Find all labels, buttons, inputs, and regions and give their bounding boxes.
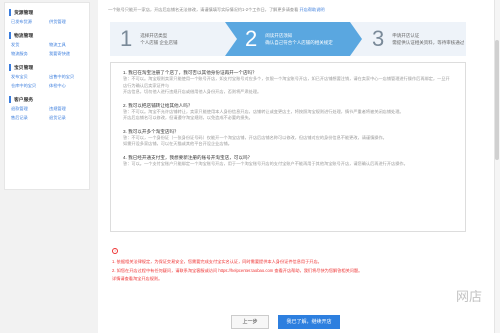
sidebar-link[interactable]: 供货管理 [49,19,87,25]
sidebar-section: 客户服务 退款管理 违规管理 售后记录 退货记录 [5,90,89,122]
sidebar-link[interactable]: 售后记录 [11,115,49,121]
sidebar-section-header: 客户服务 [9,94,89,104]
top-notice: 一个账号只能开一家店，开店后店铺名无法修改，请谨慎填写实际情况约1-2个工作日，… [108,7,325,13]
sidebar-row: 发货 物流工具 [9,40,89,49]
step-3-number: 3 [372,26,385,51]
faq-item: 4. 我已经开通支付宝，我想要新注册的账号开淘宝店，可以吗？ 答：可以。一个支付宝… [123,154,453,168]
section-marker-icon [9,95,11,103]
sidebar-section-title: 货源管理 [14,10,34,16]
sidebar-section-header: 货源管理 [9,7,89,17]
faq-answer: 答：可以。一个支付宝账户只能绑定一个淘宝账号开店，用于一个淘宝账号开店的支付宝账… [123,160,408,166]
sidebar-section-header: 物流管理 [9,30,89,40]
sidebar-section: 货源管理 已发布货源 供货管理 [5,3,89,26]
faq-question: 1. 我已在淘宝注册了个店了，我可否以其他身份证再开一个店吗？ [123,70,257,75]
faq-item: 2. 我可以把店铺转让给其他人吗？ 答：不可以。淘宝不允许店铺转让，卖家只能使用本… [123,102,453,122]
page: 货源管理 已发布货源 供货管理 物流管理 发货 物流工具 物流服务 我要寄快递 宝贝管理 发布宝贝… [0,0,500,333]
sidebar: 货源管理 已发布货源 供货管理 物流管理 发货 物流工具 物流服务 我要寄快递 宝贝管理 发布宝贝… [0,0,96,333]
sidebar-link[interactable]: 仓库中的宝贝 [11,83,49,89]
step-1-number: 1 [120,26,133,51]
sidebar-link[interactable]: 物流工具 [49,42,87,48]
watermark-logo: 网店 [456,290,483,305]
faq-answer: 答：不可以。淘宝规则卖家只能使用一个账号开店，如支付宝账号对应多个，仅限一个淘宝… [123,76,450,88]
help-link[interactable]: 开店帮助说明 [299,7,324,12]
sidebar-link[interactable]: 已发布货源 [11,19,49,25]
sidebar-link[interactable]: 退款管理 [11,106,49,112]
warning-icon: ! [112,248,118,254]
sidebar-link[interactable]: 违规管理 [49,106,87,112]
notice-faq-box[interactable]: 1. 我已在淘宝注册了个店了，我可否以其他身份证再开一个店吗？ 答：不可以。淘宝规… [110,62,466,232]
sidebar-section: 宝贝管理 发布宝贝 出售中的宝贝 仓库中的宝贝 体检中心 [5,58,89,90]
faq-answer: 开店后店铺名可以修改，但请遵守淘宝规则，以免造成不必要的损失。 [123,115,253,120]
top-notice-text: 一个账号只能开一家店，开店后店铺名无法修改，请谨慎填写实际情况约1-2个工作日，… [108,7,299,12]
faq-item: 3. 我可以开多个淘宝店吗？ 答：不可以，一个身份证（一张身份证号码）仅能开一个淘… [123,128,453,148]
previous-step-button[interactable]: 上一步 [231,315,269,329]
sidebar-row: 已发布货源 供货管理 [9,17,89,26]
step-2-number: 2 [245,26,258,51]
step-3: 3 申请开店认证需提供认证相关资料，等待审核通过 [350,22,466,56]
sidebar-link[interactable]: 退货记录 [49,115,87,121]
sidebar-link[interactable]: 物流服务 [11,51,49,57]
main-content: 一个账号只能开一家店，开店后店铺名无法修改，请谨慎填写实际情况约1-2个工作日，… [98,0,500,333]
step-2-desc: 确认自己符合个人店铺的相关规定 [265,40,333,45]
sidebar-card: 货源管理 已发布货源 供货管理 物流管理 发货 物流工具 物流服务 我要寄快递 宝贝管理 发布宝贝… [4,2,90,190]
step-indicator: 1 选择开店类型个人店铺 企业店铺 2 阅读开店须知确认自己符合个人店铺的相关规… [110,22,466,56]
sidebar-section-title: 物流管理 [14,33,34,39]
section-marker-icon [9,31,11,39]
faq-item: 1. 我已在淘宝注册了个店了，我可否以其他身份证再开一个店吗？ 答：不可以。淘宝规… [123,69,453,96]
step-1-arrow [225,22,237,56]
page-scrollbar[interactable] [494,0,500,333]
sidebar-link[interactable]: 体检中心 [49,83,87,89]
step-3-title: 申请开店认证 [392,33,420,38]
continue-open-shop-button[interactable]: 我已了解，继续开店 [278,315,340,329]
warning-line-1: 1. 依据相关法律规定，为保证交易安全，您需要完成支付宝实名认证，同时需要提供本… [112,259,322,264]
sidebar-row: 退款管理 违规管理 [9,104,89,113]
sidebar-row: 发布宝贝 出售中的宝贝 [9,72,89,81]
warning-line-3: 详情请查看淘宝开店规则。 [112,276,163,281]
faq-question: 4. 我已经开通支付宝，我想要新注册的账号开淘宝店，可以吗？ [123,154,253,160]
sidebar-row: 仓库中的宝贝 体检中心 [9,81,89,90]
section-marker-icon [9,8,11,16]
faq-answer: 如需开设多家店铺，可以在天猫或其他平台开设企业店铺。 [123,141,232,146]
step-1-title: 选择开店类型 [140,33,168,38]
sidebar-row: 售后记录 退货记录 [9,113,89,122]
scrollbar-thumb[interactable] [495,40,499,160]
step-1: 1 选择开店类型个人店铺 企业店铺 [110,22,237,56]
sidebar-link[interactable]: 发货 [11,42,49,48]
step-2-arrow [350,22,362,56]
faq-answer: 开店信息，切勿他人进行违规开店或借用他人身份开店，否则将严肃处理。 [123,89,262,94]
sidebar-section-title: 宝贝管理 [14,65,34,71]
faq-question: 2. 我可以把店铺转让给其他人吗？ [123,102,193,108]
sidebar-row: 物流服务 我要寄快递 [9,49,89,58]
step-2: 2 阅读开店须知确认自己符合个人店铺的相关规定 [225,22,362,56]
sidebar-section-title: 客户服务 [14,97,34,103]
faq-question: 3. 我可以开多个淘宝店吗？ [123,128,179,134]
warning-line-2: 2. 如您在开店过程中有任何疑问，请联系淘宝客服或访问 https://help… [112,268,363,273]
step-3-desc: 需提供认证相关资料，等待审核通过 [392,40,465,45]
step-1-desc: 个人店铺 企业店铺 [140,40,178,45]
sidebar-link[interactable]: 我要寄快递 [49,51,87,57]
section-marker-icon [9,63,11,71]
step-2-title: 阅读开店须知 [265,33,293,38]
sidebar-section-header: 宝贝管理 [9,62,89,72]
sidebar-link[interactable]: 发布宝贝 [11,74,49,80]
sidebar-link[interactable]: 出售中的宝贝 [49,74,87,80]
sidebar-section: 物流管理 发货 物流工具 物流服务 我要寄快递 [5,26,89,58]
